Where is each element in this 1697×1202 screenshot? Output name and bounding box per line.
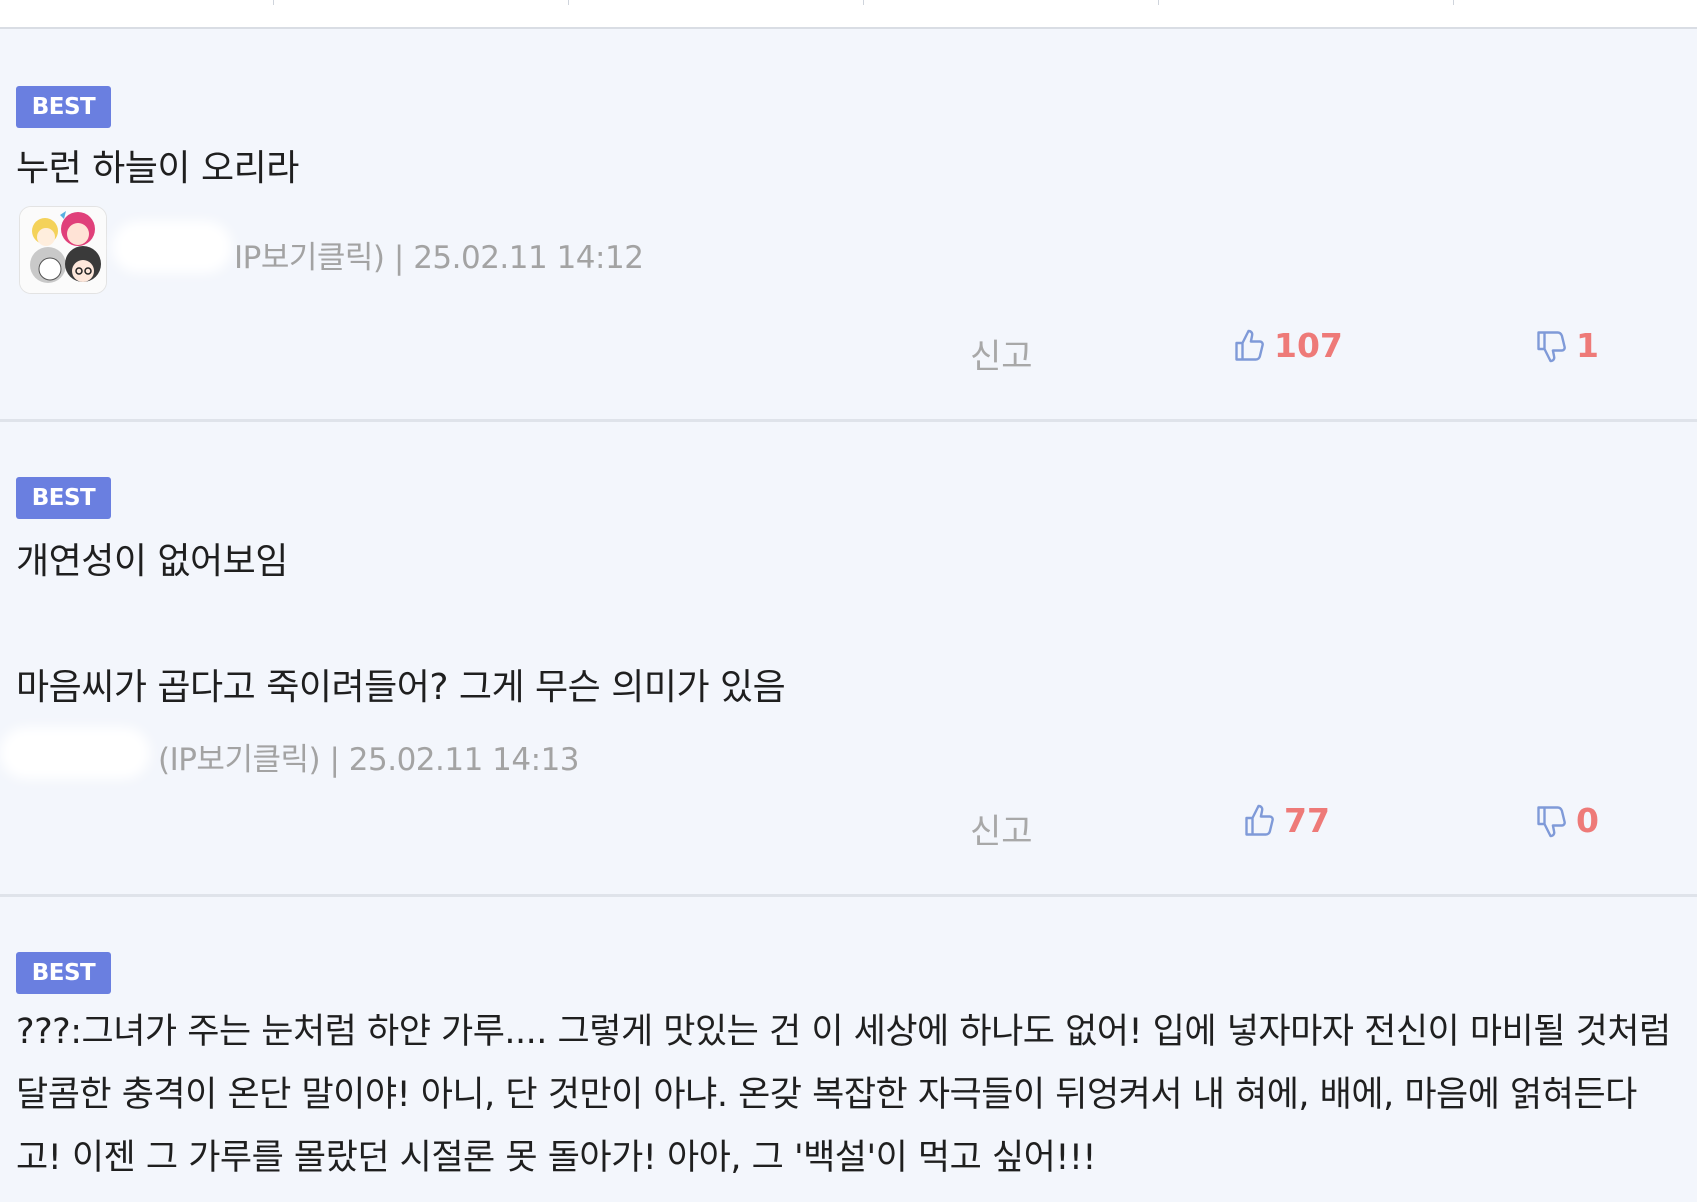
thumbs-down-icon [1537, 805, 1566, 837]
like-count: 77 [1284, 801, 1330, 840]
report-button[interactable]: 신고 [970, 804, 1033, 853]
comment-item: BEST 누런 하늘이 오리라 IP보기클릭) | 25.02.11 14:12… [0, 29, 1697, 419]
avatar-image [20, 207, 106, 293]
report-button[interactable]: 신고 [970, 329, 1033, 378]
best-badge: BEST [16, 86, 111, 128]
thumbs-up-icon [1245, 804, 1274, 836]
dislike-button[interactable]: 1 [1534, 326, 1599, 365]
like-button[interactable]: 107 [1232, 326, 1343, 365]
dislike-count: 0 [1576, 801, 1599, 840]
comment-meta: IP보기클릭) | 25.02.11 14:12 [234, 232, 644, 277]
meta-separator: | [393, 240, 404, 276]
meta-separator: | [329, 742, 340, 778]
ip-view-link[interactable]: IP보기클릭) [234, 240, 385, 276]
dislike-count: 1 [1576, 326, 1599, 365]
author-name-redacted [112, 221, 232, 273]
comment-meta: (IP보기클릭) | 25.02.11 14:13 [158, 734, 580, 779]
dislike-button[interactable]: 0 [1534, 801, 1599, 840]
comment-text: 누런 하늘이 오리라 [16, 148, 299, 189]
author-name-redacted [0, 727, 150, 779]
like-count: 107 [1274, 326, 1343, 365]
comment-text: ???:그녀가 주는 눈처럼 하얀 가루.... 그렇게 맛있는 건 이 세상에… [16, 1012, 1682, 1178]
like-button[interactable]: 77 [1242, 801, 1330, 840]
best-badge: BEST [16, 477, 111, 519]
comment-datetime: 25.02.11 14:13 [348, 742, 580, 778]
best-badge: BEST [16, 952, 111, 994]
previous-section-edge [0, 0, 1697, 29]
ip-view-link[interactable]: (IP보기클릭) [158, 742, 321, 778]
comment-datetime: 25.02.11 14:12 [413, 240, 644, 276]
comment-item: BEST 개연성이 없어보임 마음씨가 곱다고 죽이려들어? 그게 무슨 의미가… [0, 422, 1697, 894]
comment-text: 개연성이 없어보임 마음씨가 곱다고 죽이려들어? 그게 무슨 의미가 있음 [16, 541, 786, 708]
thumbs-up-icon [1235, 329, 1264, 361]
avatar[interactable] [19, 206, 107, 294]
thumbs-down-icon [1537, 330, 1566, 362]
comment-item: BEST ???:그녀가 주는 눈처럼 하얀 가루.... 그렇게 맛있는 건 … [0, 897, 1697, 1202]
